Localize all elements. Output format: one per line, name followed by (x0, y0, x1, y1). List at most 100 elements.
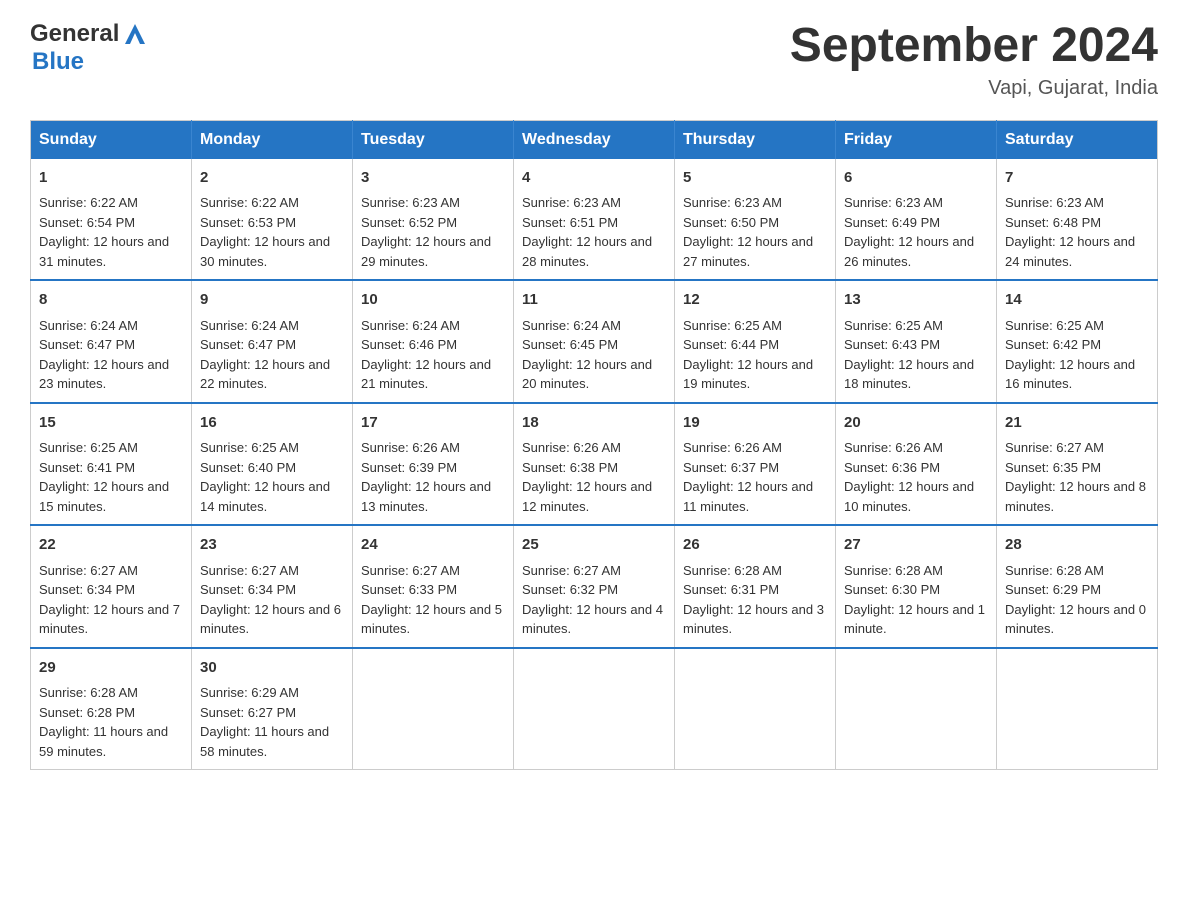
daylight-text: Daylight: 12 hours and 29 minutes. (361, 232, 505, 271)
calendar-cell (997, 648, 1158, 770)
day-number: 6 (844, 167, 988, 190)
sunrise-text: Sunrise: 6:23 AM (1005, 193, 1149, 213)
daylight-text: Daylight: 12 hours and 21 minutes. (361, 355, 505, 394)
sunrise-text: Sunrise: 6:26 AM (361, 438, 505, 458)
sunset-text: Sunset: 6:34 PM (200, 580, 344, 600)
day-number: 16 (200, 412, 344, 435)
calendar-cell: 4Sunrise: 6:23 AMSunset: 6:51 PMDaylight… (514, 159, 675, 281)
day-number: 17 (361, 412, 505, 435)
header-title-group: September 2024 Vapi, Gujarat, India (790, 20, 1158, 100)
sunrise-text: Sunrise: 6:24 AM (522, 316, 666, 336)
day-number: 23 (200, 534, 344, 557)
daylight-text: Daylight: 12 hours and 6 minutes. (200, 600, 344, 639)
sunrise-text: Sunrise: 6:27 AM (361, 561, 505, 581)
sunrise-text: Sunrise: 6:27 AM (39, 561, 183, 581)
calendar-cell: 10Sunrise: 6:24 AMSunset: 6:46 PMDayligh… (353, 280, 514, 403)
sunrise-text: Sunrise: 6:25 AM (39, 438, 183, 458)
calendar-cell: 6Sunrise: 6:23 AMSunset: 6:49 PMDaylight… (836, 159, 997, 281)
sunset-text: Sunset: 6:47 PM (200, 335, 344, 355)
calendar-cell: 1Sunrise: 6:22 AMSunset: 6:54 PMDaylight… (31, 159, 192, 281)
calendar-cell: 9Sunrise: 6:24 AMSunset: 6:47 PMDaylight… (192, 280, 353, 403)
day-number: 10 (361, 289, 505, 312)
calendar-cell: 18Sunrise: 6:26 AMSunset: 6:38 PMDayligh… (514, 403, 675, 526)
daylight-text: Daylight: 12 hours and 16 minutes. (1005, 355, 1149, 394)
sunrise-text: Sunrise: 6:23 AM (361, 193, 505, 213)
sunrise-text: Sunrise: 6:24 AM (200, 316, 344, 336)
sunrise-text: Sunrise: 6:24 AM (361, 316, 505, 336)
sunrise-text: Sunrise: 6:25 AM (844, 316, 988, 336)
daylight-text: Daylight: 12 hours and 30 minutes. (200, 232, 344, 271)
sunrise-text: Sunrise: 6:27 AM (200, 561, 344, 581)
calendar-cell: 25Sunrise: 6:27 AMSunset: 6:32 PMDayligh… (514, 525, 675, 648)
day-number: 20 (844, 412, 988, 435)
calendar-cell: 14Sunrise: 6:25 AMSunset: 6:42 PMDayligh… (997, 280, 1158, 403)
sunset-text: Sunset: 6:45 PM (522, 335, 666, 355)
day-number: 29 (39, 657, 183, 680)
day-number: 4 (522, 167, 666, 190)
sunrise-text: Sunrise: 6:25 AM (200, 438, 344, 458)
sunset-text: Sunset: 6:54 PM (39, 213, 183, 233)
day-number: 27 (844, 534, 988, 557)
header-day-sunday: Sunday (31, 120, 192, 159)
daylight-text: Daylight: 12 hours and 19 minutes. (683, 355, 827, 394)
calendar-week-1: 1Sunrise: 6:22 AMSunset: 6:54 PMDaylight… (31, 159, 1158, 281)
sunset-text: Sunset: 6:29 PM (1005, 580, 1149, 600)
daylight-text: Daylight: 12 hours and 4 minutes. (522, 600, 666, 639)
sunset-text: Sunset: 6:36 PM (844, 458, 988, 478)
calendar-cell: 20Sunrise: 6:26 AMSunset: 6:36 PMDayligh… (836, 403, 997, 526)
sunset-text: Sunset: 6:38 PM (522, 458, 666, 478)
daylight-text: Daylight: 12 hours and 11 minutes. (683, 477, 827, 516)
calendar-cell: 23 Sunrise: 6:27 AMSunset: 6:34 PMDayligh… (192, 525, 353, 648)
sunset-text: Sunset: 6:39 PM (361, 458, 505, 478)
calendar-cell: 2Sunrise: 6:22 AMSunset: 6:53 PMDaylight… (192, 159, 353, 281)
day-number: 5 (683, 167, 827, 190)
daylight-text: Daylight: 12 hours and 27 minutes. (683, 232, 827, 271)
daylight-text: Daylight: 11 hours and 58 minutes. (200, 722, 344, 761)
sunset-text: Sunset: 6:32 PM (522, 580, 666, 600)
day-number: 26 (683, 534, 827, 557)
calendar-cell: 26Sunrise: 6:28 AMSunset: 6:31 PMDayligh… (675, 525, 836, 648)
sunrise-text: Sunrise: 6:27 AM (1005, 438, 1149, 458)
calendar-cell: 21Sunrise: 6:27 AMSunset: 6:35 PMDayligh… (997, 403, 1158, 526)
calendar-cell: 17Sunrise: 6:26 AMSunset: 6:39 PMDayligh… (353, 403, 514, 526)
header-day-wednesday: Wednesday (514, 120, 675, 159)
month-title: September 2024 (790, 20, 1158, 73)
day-number: 3 (361, 167, 505, 190)
sunset-text: Sunset: 6:41 PM (39, 458, 183, 478)
sunrise-text: Sunrise: 6:28 AM (39, 683, 183, 703)
logo: General Blue (30, 20, 149, 76)
daylight-text: Daylight: 12 hours and 12 minutes. (522, 477, 666, 516)
calendar-cell: 19Sunrise: 6:26 AMSunset: 6:37 PMDayligh… (675, 403, 836, 526)
sunrise-text: Sunrise: 6:28 AM (844, 561, 988, 581)
sunrise-text: Sunrise: 6:26 AM (844, 438, 988, 458)
calendar-table: SundayMondayTuesdayWednesdayThursdayFrid… (30, 120, 1158, 771)
header-day-thursday: Thursday (675, 120, 836, 159)
sunset-text: Sunset: 6:43 PM (844, 335, 988, 355)
location: Vapi, Gujarat, India (790, 77, 1158, 100)
logo-general-text: General (30, 20, 119, 48)
sunrise-text: Sunrise: 6:22 AM (200, 193, 344, 213)
daylight-text: Daylight: 12 hours and 23 minutes. (39, 355, 183, 394)
calendar-cell: 7Sunrise: 6:23 AMSunset: 6:48 PMDaylight… (997, 159, 1158, 281)
daylight-text: Daylight: 11 hours and 59 minutes. (39, 722, 183, 761)
sunset-text: Sunset: 6:30 PM (844, 580, 988, 600)
sunset-text: Sunset: 6:35 PM (1005, 458, 1149, 478)
day-number: 28 (1005, 534, 1149, 557)
calendar-cell (675, 648, 836, 770)
sunset-text: Sunset: 6:42 PM (1005, 335, 1149, 355)
calendar-cell: 30Sunrise: 6:29 AMSunset: 6:27 PMDayligh… (192, 648, 353, 770)
day-number: 18 (522, 412, 666, 435)
logo-triangle-icon (121, 20, 149, 48)
day-number: 2 (200, 167, 344, 190)
day-number: 11 (522, 289, 666, 312)
calendar-header: SundayMondayTuesdayWednesdayThursdayFrid… (31, 120, 1158, 159)
day-number: 8 (39, 289, 183, 312)
day-number: 14 (1005, 289, 1149, 312)
sunset-text: Sunset: 6:31 PM (683, 580, 827, 600)
day-number: 24 (361, 534, 505, 557)
sunset-text: Sunset: 6:49 PM (844, 213, 988, 233)
daylight-text: Daylight: 12 hours and 20 minutes. (522, 355, 666, 394)
day-number: 19 (683, 412, 827, 435)
sunset-text: Sunset: 6:33 PM (361, 580, 505, 600)
daylight-text: Daylight: 12 hours and 7 minutes. (39, 600, 183, 639)
